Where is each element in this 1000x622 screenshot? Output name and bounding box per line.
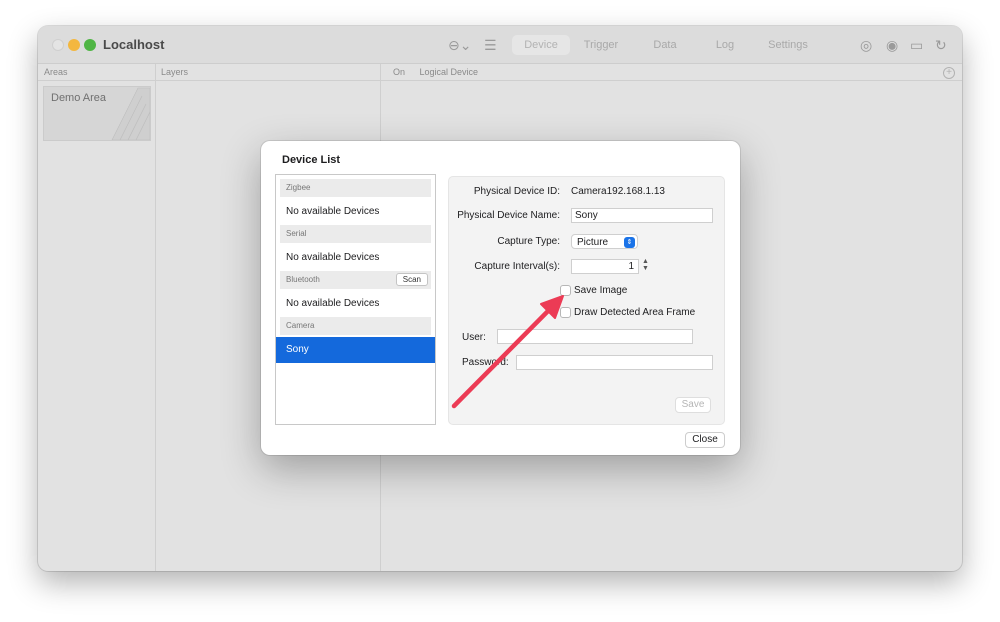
maximize-window-button[interactable] bbox=[84, 39, 96, 51]
section-header-bluetooth: Bluetooth Scan bbox=[280, 271, 431, 289]
tab-trigger[interactable]: Trigger bbox=[574, 35, 628, 55]
list-item[interactable]: No available Devices bbox=[286, 298, 379, 309]
tab-settings[interactable]: Settings bbox=[758, 35, 818, 55]
list-item[interactable]: No available Devices bbox=[286, 206, 379, 217]
chevron-updown-icon: ⇕ bbox=[624, 237, 635, 248]
user-label: User: bbox=[462, 332, 486, 343]
list-icon[interactable]: ☰ bbox=[484, 37, 497, 53]
save-image-checkbox[interactable] bbox=[560, 285, 571, 296]
capture-type-label: Capture Type: bbox=[497, 236, 560, 247]
add-icon[interactable]: + bbox=[943, 67, 955, 79]
tab-device[interactable]: Device bbox=[512, 35, 570, 55]
physical-name-label: Physical Device Name: bbox=[457, 210, 560, 221]
capture-type-select[interactable]: Picture ⇕ bbox=[571, 234, 638, 249]
physical-name-field[interactable]: Sony bbox=[571, 208, 713, 223]
dialog-title: Device List bbox=[282, 154, 341, 166]
save-image-label: Save Image bbox=[574, 285, 628, 296]
capture-type-value: Picture bbox=[577, 237, 609, 248]
device-list: Zigbee No available Devices Serial No av… bbox=[275, 174, 436, 425]
divider bbox=[155, 64, 156, 571]
layers-header: Layers bbox=[156, 64, 380, 81]
minimize-window-button[interactable] bbox=[68, 39, 80, 51]
scan-button[interactable]: Scan bbox=[395, 273, 428, 286]
palette-icon[interactable]: ◉ bbox=[886, 37, 898, 53]
list-item[interactable]: No available Devices bbox=[286, 252, 379, 263]
devices-header: On Logical Device bbox=[381, 64, 962, 81]
section-header-camera: Camera bbox=[280, 317, 431, 335]
password-label: Password: bbox=[462, 357, 509, 368]
tab-data[interactable]: Data bbox=[638, 35, 692, 55]
more-icon[interactable]: ⊖⌄ bbox=[448, 37, 471, 53]
physical-id-label: Physical Device ID: bbox=[473, 186, 560, 197]
capture-interval-field[interactable]: 1 bbox=[571, 259, 639, 274]
device-list-dialog: Device List Zigbee No available Devices … bbox=[261, 141, 740, 455]
list-item-selected[interactable]: Sony bbox=[276, 337, 435, 363]
close-window-button[interactable] bbox=[52, 39, 64, 51]
title-bar: Localhost ⊖⌄ ☰ Device Trigger Data Log S… bbox=[38, 26, 962, 64]
close-button[interactable]: Close bbox=[685, 432, 725, 448]
device-detail-panel: Physical Device ID: Camera192.168.1.13 P… bbox=[448, 176, 725, 425]
section-header-serial: Serial bbox=[280, 225, 431, 243]
save-button[interactable]: Save bbox=[675, 397, 711, 413]
physical-id-value: Camera192.168.1.13 bbox=[571, 186, 665, 197]
floorplan-thumbnail-icon bbox=[111, 87, 150, 140]
window-title: Localhost bbox=[103, 37, 165, 52]
logical-device-column-header: Logical Device bbox=[419, 67, 479, 77]
draw-frame-checkbox[interactable] bbox=[560, 307, 571, 318]
on-column-header: On bbox=[393, 67, 406, 77]
capture-interval-label: Capture Interval(s): bbox=[474, 261, 560, 272]
user-field[interactable] bbox=[497, 329, 693, 344]
area-name: Demo Area bbox=[51, 92, 107, 104]
section-header-label: Bluetooth bbox=[286, 275, 320, 284]
device-icon[interactable]: ▭ bbox=[910, 37, 923, 53]
refresh-icon[interactable]: ↻ bbox=[935, 37, 947, 53]
camera-icon[interactable]: ◎ bbox=[860, 37, 872, 53]
draw-frame-label: Draw Detected Area Frame bbox=[574, 307, 696, 318]
password-field[interactable] bbox=[516, 355, 713, 370]
areas-header: Areas bbox=[38, 64, 155, 81]
section-header-zigbee: Zigbee bbox=[280, 179, 431, 197]
area-item[interactable]: Demo Area bbox=[43, 86, 151, 141]
interval-stepper[interactable]: ▲ ▼ bbox=[641, 258, 650, 274]
tab-log[interactable]: Log bbox=[698, 35, 752, 55]
